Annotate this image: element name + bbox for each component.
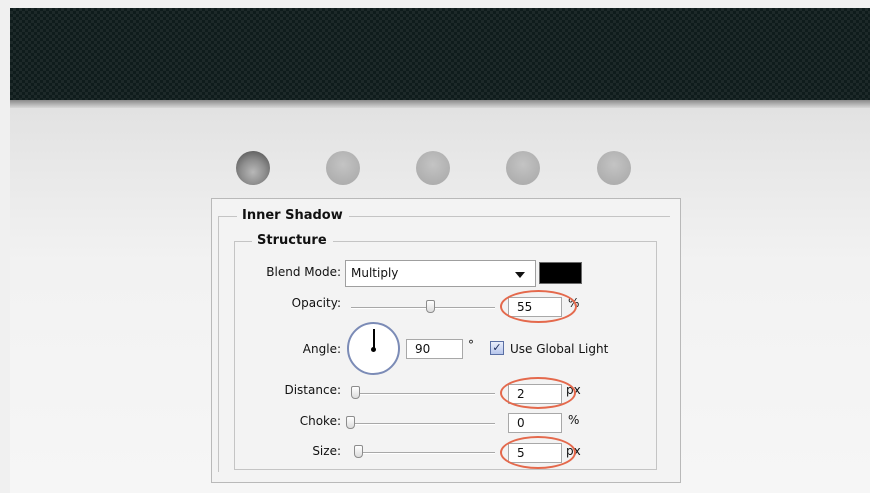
choke-slider-thumb[interactable] [346, 416, 355, 429]
opacity-highlight-ring [500, 290, 577, 323]
dot-4[interactable] [506, 151, 540, 185]
group-title: Structure [252, 233, 333, 249]
dot-1[interactable] [236, 151, 270, 185]
choke-slider-track[interactable] [347, 423, 495, 425]
opacity-label: Opacity: [291, 296, 341, 310]
screenshot-stage: Inner Shadow Structure Blend Mode: Multi… [0, 0, 870, 493]
size-label: Size: [312, 444, 341, 458]
angle-unit: ° [468, 338, 474, 352]
section-title: Inner Shadow [237, 208, 349, 224]
blend-mode-select[interactable]: Multiply [345, 260, 536, 287]
blend-mode-label: Blend Mode: [266, 265, 341, 279]
distance-highlight-ring [500, 377, 576, 409]
choke-label: Choke: [299, 414, 341, 428]
use-global-light-checkbox[interactable]: ✓ [490, 341, 504, 355]
distance-slider-thumb[interactable] [351, 386, 360, 399]
checkmark-icon: ✓ [492, 341, 502, 354]
size-slider-thumb[interactable] [354, 445, 363, 458]
use-global-light-label: Use Global Light [510, 342, 609, 356]
distance-label: Distance: [284, 383, 341, 397]
angle-pivot [371, 347, 376, 352]
dot-2[interactable] [326, 151, 360, 185]
banner-shadow-edge [10, 100, 870, 108]
size-slider-track[interactable] [356, 452, 495, 454]
choke-unit: % [568, 413, 580, 427]
size-highlight-ring [500, 436, 576, 469]
opacity-slider-track[interactable] [351, 307, 495, 309]
shadow-color-swatch[interactable] [539, 262, 582, 284]
opacity-slider-thumb[interactable] [426, 300, 435, 313]
dot-3[interactable] [416, 151, 450, 185]
angle-dial[interactable] [347, 322, 400, 375]
angle-label: Angle: [302, 342, 341, 356]
header-banner [10, 8, 870, 100]
dot-5[interactable] [597, 151, 631, 185]
choke-input[interactable]: 0 [508, 413, 562, 433]
blend-mode-value: Multiply [351, 266, 399, 280]
dropdown-arrow-icon [515, 272, 525, 278]
angle-input[interactable]: 90 [406, 339, 463, 359]
distance-slider-track[interactable] [351, 393, 495, 395]
